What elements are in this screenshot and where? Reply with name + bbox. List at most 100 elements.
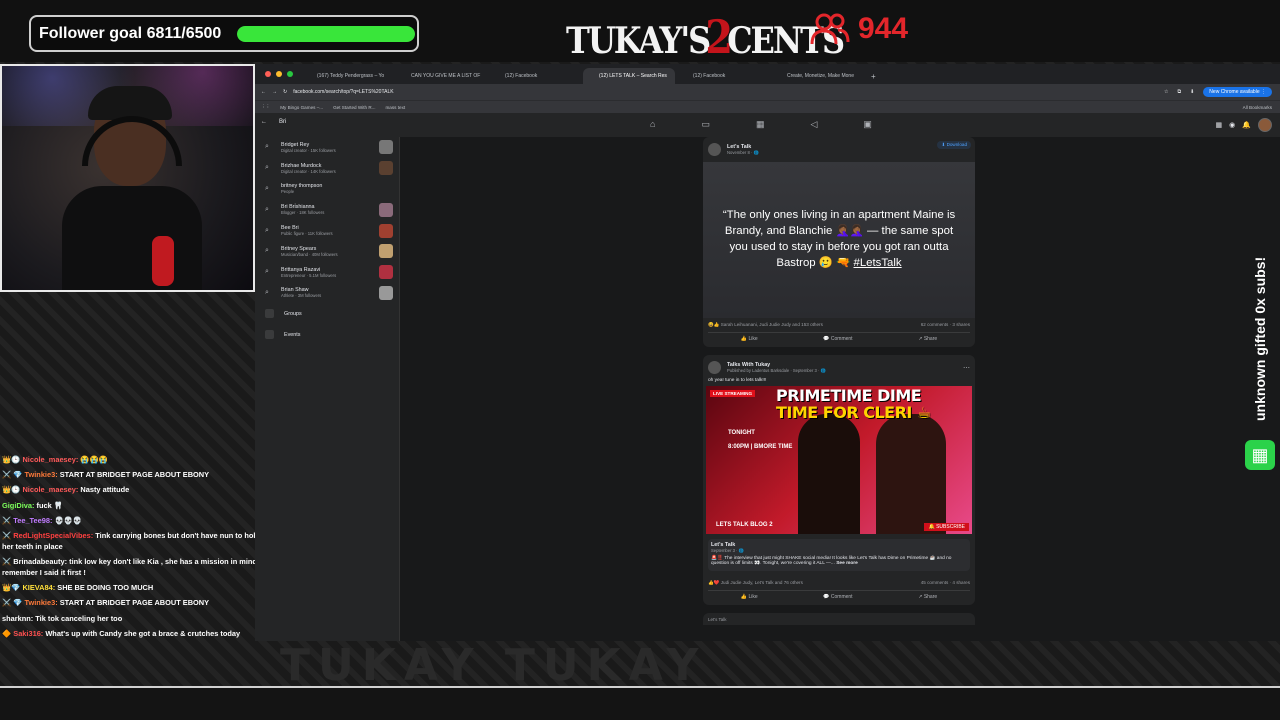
- menu-grid-icon[interactable]: ▦: [1216, 121, 1223, 129]
- author-avatar[interactable]: [708, 143, 721, 156]
- suggestion-text: Britney Spears Musician/band · 40M follow…: [281, 246, 371, 257]
- search-suggestion[interactable]: ⌕ Bee Bri Public figure · 11K followers: [255, 220, 399, 241]
- post-menu-icon[interactable]: ⋯: [963, 364, 970, 372]
- share-button[interactable]: ↗ Share: [918, 594, 937, 600]
- browser-tab[interactable]: Create, Monetize, Make Mone: [771, 68, 863, 84]
- suggestion-sub: Public figure · 11K followers: [281, 231, 333, 237]
- search-suggestion[interactable]: ⌕ Brizhae Murdock Digital creator · 14K fo…: [255, 158, 399, 179]
- bookmark-star-icon[interactable]: ☆: [1164, 89, 1168, 95]
- search-suggestion[interactable]: ⌕ Brian Shaw Athlete · 3M followers: [255, 283, 399, 304]
- share-button[interactable]: ↗ Share: [918, 336, 937, 342]
- engagement-counts[interactable]: 62 comments · 3 shares: [921, 322, 970, 328]
- video-thumbnail[interactable]: LIVE STREAMING PRIMETIME DIME TIME FOR C…: [706, 386, 972, 534]
- profile-avatar[interactable]: [1258, 118, 1272, 132]
- forward-icon[interactable]: →: [272, 89, 277, 95]
- video-icon[interactable]: ▭: [701, 119, 710, 130]
- bookmarks-bar: ⋮⋮ My Bingo Games –... Get Started With R…: [255, 100, 1280, 113]
- reactions-summary[interactable]: 😆👍 Sarah Leihuanani, Judi Judie Judy and…: [708, 322, 823, 328]
- chat-username: Brinadabeauty:: [13, 557, 68, 567]
- toolbar-right: ☆ ⧉ ⬇ New Chrome available ⋮: [1164, 87, 1280, 97]
- marketplace-icon[interactable]: ▦: [756, 119, 765, 130]
- search-suggestion[interactable]: ⌕ Britney Spears Musician/band · 40M follo…: [255, 241, 399, 262]
- search-suggestions-panel: ⌕ Bridget Rey Digital creator · 15K follow…: [255, 137, 400, 641]
- thumbnail-figure-left: [798, 414, 860, 534]
- new-chrome-button[interactable]: New Chrome available ⋮: [1203, 87, 1272, 97]
- see-more-link[interactable]: See more: [836, 561, 858, 566]
- like-button[interactable]: 👍 Like: [741, 594, 758, 600]
- suggestion-thumbnail: [379, 265, 393, 280]
- streamer-cap: [88, 86, 172, 120]
- notifications-icon[interactable]: 🔔: [1242, 121, 1251, 129]
- side-link-label: Groups: [284, 310, 302, 317]
- suggestion-thumbnail: [379, 161, 393, 176]
- side-link-events[interactable]: Events: [255, 324, 399, 345]
- post-header: Let's Talk November 8 · 🌐: [703, 137, 975, 158]
- next-post-author[interactable]: Let's Talk: [708, 617, 727, 622]
- suggestion-text: Brian Shaw Athlete · 3M followers: [281, 287, 371, 298]
- chat-message: 👑🕒 Nicole_maesey: 😭😭😭: [2, 455, 268, 466]
- megaphone-icon[interactable]: ◁: [810, 119, 817, 130]
- minimize-window-button[interactable]: [276, 71, 282, 77]
- new-tab-button[interactable]: +: [865, 72, 882, 84]
- reactions-summary[interactable]: 👍❤️ Judi Judie Judy, Let's Talk and 76 o…: [708, 580, 803, 586]
- search-suggestion[interactable]: ⌕ Bri Bri̇shianna Blogger · 18K followers: [255, 199, 399, 220]
- hashtag-link[interactable]: #LetsTalk: [854, 257, 902, 269]
- comment-button[interactable]: 💬 Comment: [823, 594, 852, 600]
- apps-icon[interactable]: ⋮⋮: [261, 104, 270, 110]
- back-icon[interactable]: ←: [261, 89, 266, 95]
- search-icon: ⌕: [265, 226, 269, 234]
- browser-tab[interactable]: (12) Facebook: [677, 68, 769, 84]
- all-bookmarks-link[interactable]: All Bookmarks: [1243, 105, 1280, 110]
- address-bar-row: ← → ↻ facebook.com/search/top/?q=LETS%20…: [255, 84, 1280, 100]
- side-link-groups[interactable]: Groups: [255, 303, 399, 324]
- chat-username: Tee_Tee98:: [13, 515, 53, 525]
- suggestion-sub: Blogger · 18K followers: [281, 210, 325, 216]
- browser-tab[interactable]: (12) LETS TALK – Search Res: [583, 68, 675, 84]
- author-avatar[interactable]: [708, 361, 721, 374]
- viewer-counter: 944: [810, 12, 908, 46]
- home-icon[interactable]: ⌂: [650, 119, 655, 130]
- search-icon: ⌕: [265, 164, 269, 172]
- thumbnail-tonight: TONIGHT: [728, 430, 755, 436]
- post-author-block: Talks With Tukay Published by Ladentus B…: [727, 362, 826, 374]
- download-icon[interactable]: ⬇: [1190, 89, 1194, 95]
- follower-goal: Follower goal 6811/6500: [29, 15, 419, 52]
- engagement-counts[interactable]: 45 comments · 4 shares: [921, 580, 970, 586]
- browser-tab[interactable]: (167) Teddy Pendergrass – Yo: [301, 68, 393, 84]
- chat-username: KIEVA84:: [22, 583, 56, 593]
- chat-text: SHE BE DOING TOO MUCH: [57, 583, 154, 593]
- gaming-icon[interactable]: ▣: [863, 119, 872, 130]
- url-field[interactable]: facebook.com/search/top/?q=LETS%20TALK: [293, 89, 393, 95]
- browser-tab[interactable]: (12) Facebook: [489, 68, 581, 84]
- browser-tab[interactable]: CAN YOU GIVE ME A LIST OF: [395, 68, 487, 84]
- shared-body: 🚨‼️ The interview that just might SHAKE …: [711, 556, 952, 566]
- post-quote-card: “The only ones living in an apartment Ma…: [703, 162, 975, 318]
- reload-icon[interactable]: ↻: [283, 89, 287, 95]
- chat-text: 😭😭😭: [80, 455, 109, 464]
- chat-message: GigiDiva: fuck 🦷: [2, 501, 268, 512]
- browser-window: (167) Teddy Pendergrass – Yo CAN YOU GIVE…: [255, 64, 1280, 641]
- chat-text: What's up with Candy she got a brace & c…: [45, 628, 241, 638]
- search-suggestion[interactable]: ⌕ Bridget Rey Digital creator · 15K follow…: [255, 137, 399, 158]
- messenger-icon[interactable]: ◉: [1229, 121, 1235, 129]
- viewers-icon: [810, 13, 850, 45]
- bookmark-item[interactable]: My Bingo Games –...: [280, 105, 323, 110]
- download-button[interactable]: ⬇ Download: [937, 141, 971, 149]
- bookmark-item[interactable]: mass text: [385, 105, 405, 110]
- search-icon: ⌕: [265, 268, 269, 276]
- like-button[interactable]: 👍 Like: [741, 336, 758, 342]
- comment-button[interactable]: 💬 Comment: [823, 336, 852, 342]
- search-suggestion[interactable]: ⌕ britney thompson People: [255, 179, 399, 200]
- search-suggestion[interactable]: ⌕ Brittanya Razavi Entrepreneur · 5.1M fol…: [255, 262, 399, 283]
- bookmark-item[interactable]: Get Started With R...: [333, 105, 375, 110]
- close-window-button[interactable]: [265, 71, 271, 77]
- maximize-window-button[interactable]: [287, 71, 293, 77]
- chat-username: Nicole_maesey:: [22, 485, 79, 495]
- live-badge: LIVE STREAMING: [710, 390, 756, 397]
- streamer-body: [62, 186, 202, 290]
- search-input[interactable]: Bri: [279, 119, 286, 125]
- post-header: Talks With Tukay Published by Ladentus B…: [703, 355, 975, 376]
- search-back-icon[interactable]: ←: [261, 119, 267, 125]
- extensions-icon[interactable]: ⧉: [1178, 89, 1182, 95]
- post-actions: 👍 Like 💬 Comment ↗ Share: [708, 332, 970, 347]
